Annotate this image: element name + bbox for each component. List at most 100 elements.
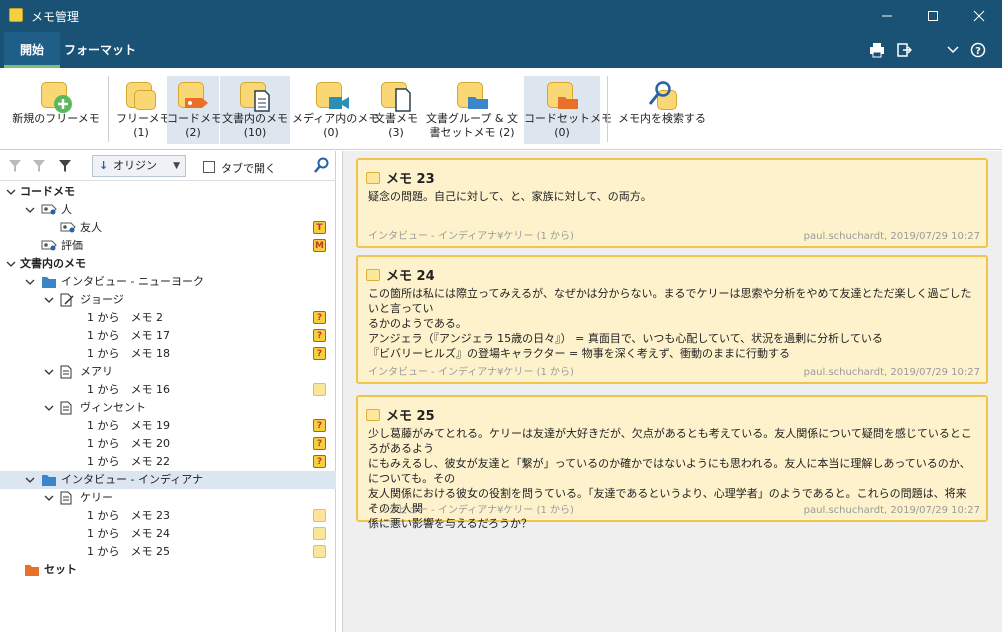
- memo-footer: インタビュー - インディアナ¥ケリー (1 から) paul.schuchard…: [368, 363, 980, 378]
- code-memo-count: (2): [185, 126, 201, 139]
- tree-row-label: 1 から メモ 19: [87, 419, 170, 432]
- tree-row[interactable]: メアリ: [0, 363, 336, 381]
- export-icon[interactable]: [895, 41, 913, 59]
- tree-row[interactable]: インタビュー - インディアナ: [0, 471, 336, 489]
- tree-row-label: 1 から メモ 20: [87, 437, 170, 450]
- document-memo2-count: (3): [388, 126, 404, 139]
- tree-row[interactable]: 1 から メモ 25: [0, 543, 336, 561]
- memo-author-date: paul.schuchardt, 2019/07/29 10:27: [803, 231, 980, 242]
- tree-row-label: 1 から メモ 22: [87, 455, 170, 468]
- memo-question-icon: ?: [313, 437, 326, 450]
- new-memo-icon: [39, 80, 73, 113]
- tree-row[interactable]: 1 から メモ 16: [0, 381, 336, 399]
- memo-author-date: paul.schuchardt, 2019/07/29 10:27: [803, 367, 980, 378]
- filter-clear-icon[interactable]: [8, 159, 22, 176]
- code-memo-icon: [176, 80, 210, 112]
- free-memo-icon: [124, 80, 158, 112]
- memo-card[interactable]: メモ 25 少し葛藤がみてとれる。ケリーは友達が大好きだが、欠点があるとも考えてい…: [356, 395, 988, 530]
- tree-row[interactable]: 文書内のメモ: [0, 255, 336, 273]
- maximize-button[interactable]: [910, 0, 956, 32]
- code-icon: [60, 221, 76, 235]
- memo-body: この箇所は私には際立ってみえるが、なぜかは分からない。まるでケリーは思索や分析を…: [368, 286, 976, 361]
- folder-icon: [41, 473, 57, 487]
- tree-row[interactable]: セット: [0, 561, 336, 579]
- document-icon: [60, 401, 76, 415]
- memo-body-line: るかのようである。: [368, 317, 467, 330]
- tree-toolbar: ↓ オリジン ▼ タブで開く: [0, 151, 336, 181]
- tree-row-label: 友人: [80, 221, 102, 234]
- open-in-tab-label: タブで開く: [221, 162, 276, 175]
- help-icon[interactable]: ?: [969, 41, 987, 59]
- tree-row-label: ケリー: [80, 491, 113, 504]
- tree-row[interactable]: 1 から メモ 17?: [0, 327, 336, 345]
- memo-source[interactable]: インタビュー - インディアナ¥ケリー (1 から): [368, 231, 574, 242]
- chevron-down-icon[interactable]: [944, 41, 962, 59]
- tree-row[interactable]: 1 から メモ 23: [0, 507, 336, 525]
- memo-source[interactable]: インタビュー - インディアナ¥ケリー (1 から): [368, 367, 574, 378]
- tree-row[interactable]: 評価 M: [0, 237, 336, 255]
- tree-row[interactable]: 友人 T: [0, 219, 336, 237]
- memo-note-icon: [366, 269, 380, 281]
- tree-row[interactable]: 1 から メモ 2?: [0, 309, 336, 327]
- origin-dropdown[interactable]: ↓ オリジン ▼: [92, 155, 186, 177]
- tree-row[interactable]: 人: [0, 201, 336, 219]
- memo-note-icon: [313, 383, 326, 396]
- media-memo-icon: [314, 80, 349, 112]
- memo-note-icon: [313, 545, 326, 558]
- document-memo-button[interactable]: 文書メモ (3): [372, 76, 420, 144]
- memo-title: メモ 23: [366, 168, 435, 187]
- tree-row-label: 文書内のメモ: [20, 257, 86, 270]
- document-group-memo-button[interactable]: 文書グループ & 文 書セットメモ (2): [422, 76, 522, 144]
- memo-body-line: 係に悪い影響を与えるだろうか？: [368, 517, 533, 530]
- memo-card[interactable]: メモ 24 この箇所は私には際立ってみえるが、なぜかは分からない。まるでケリーは思…: [356, 255, 988, 384]
- minimize-button[interactable]: [864, 0, 910, 32]
- code-memo-button[interactable]: コードメモ (2): [167, 76, 222, 144]
- tree-row-label: セット: [44, 563, 77, 576]
- free-memo-button[interactable]: フリーメモ (1): [116, 76, 171, 144]
- new-free-memo-button[interactable]: 新規のフリーメモ: [12, 76, 100, 144]
- document-memo-label: 文書内のメモ: [222, 112, 288, 125]
- ribbon: 新規のフリーメモ フリーメモ (1) コードメモ (2) 文書内のメモ (10)…: [0, 68, 1002, 150]
- codeset-memo-button[interactable]: コードセットメモ (0): [524, 76, 612, 144]
- close-button[interactable]: [956, 0, 1002, 32]
- media-memo-label: メディア内のメモ: [292, 112, 380, 125]
- chevron-down-icon: ▼: [173, 161, 180, 171]
- document-memo-inline-button[interactable]: 文書内のメモ (10): [220, 76, 290, 144]
- checkbox-box[interactable]: [203, 161, 215, 173]
- memo-note-icon: [313, 509, 326, 522]
- codeset-memo-count: (0): [554, 126, 570, 139]
- tree-row[interactable]: ケリー: [0, 489, 336, 507]
- tree-row[interactable]: 1 から メモ 22?: [0, 453, 336, 471]
- tree-row[interactable]: コードメモ: [0, 183, 336, 201]
- search-icon[interactable]: [314, 157, 330, 176]
- tree-row-label: ジョージ: [80, 293, 124, 306]
- tree-row[interactable]: インタビュー - ニューヨーク: [0, 273, 336, 291]
- tab-start[interactable]: 開始: [4, 32, 60, 68]
- free-memo-count: (1): [133, 126, 149, 139]
- memo-body-line: にもみえるし、彼女が友達と「繋が」っているのか確かではないようにも思われる。友人…: [368, 457, 971, 485]
- tree-row[interactable]: 1 から メモ 20?: [0, 435, 336, 453]
- tree-row[interactable]: 1 から メモ 19?: [0, 417, 336, 435]
- tab-format[interactable]: フォーマット: [62, 32, 138, 68]
- document-icon: [60, 491, 76, 505]
- memo-source[interactable]: インタビュー - インディアナ¥ケリー (1 から): [368, 505, 574, 516]
- tree-row[interactable]: 1 から メモ 18?: [0, 345, 336, 363]
- filter-icon[interactable]: [58, 159, 72, 176]
- origin-value: オリジン: [113, 159, 157, 172]
- codeset-memo-label: コードセットメモ: [524, 112, 612, 125]
- memo-note-icon: [366, 172, 380, 184]
- print-icon[interactable]: [868, 41, 886, 59]
- tree-row-label: 1 から メモ 18: [87, 347, 170, 360]
- tree-row-label: 1 から メモ 2: [87, 311, 163, 324]
- tree-row[interactable]: ヴィンセント: [0, 399, 336, 417]
- document-memo-icon: [238, 80, 272, 112]
- memo-body-line: 少し葛藤がみてとれる。ケリーは友達が大好きだが、欠点があるとも考えている。友人関…: [368, 427, 972, 455]
- tree-row[interactable]: ジョージ: [0, 291, 336, 309]
- memo-body-line: この箇所は私には際立ってみえるが、なぜかは分からない。まるでケリーは思索や分析を…: [368, 287, 972, 315]
- media-memo-button[interactable]: メディア内のメモ (0): [292, 76, 380, 144]
- memo-card[interactable]: メモ 23 疑念の問題。自己に対して、と、家族に対して、の両方。 インタビュー - …: [356, 158, 988, 248]
- search-memos-button[interactable]: メモ内を検索する: [614, 76, 710, 144]
- memo-question-icon: ?: [313, 329, 326, 342]
- filter-settings-icon[interactable]: [32, 159, 48, 176]
- tree-row[interactable]: 1 から メモ 24: [0, 525, 336, 543]
